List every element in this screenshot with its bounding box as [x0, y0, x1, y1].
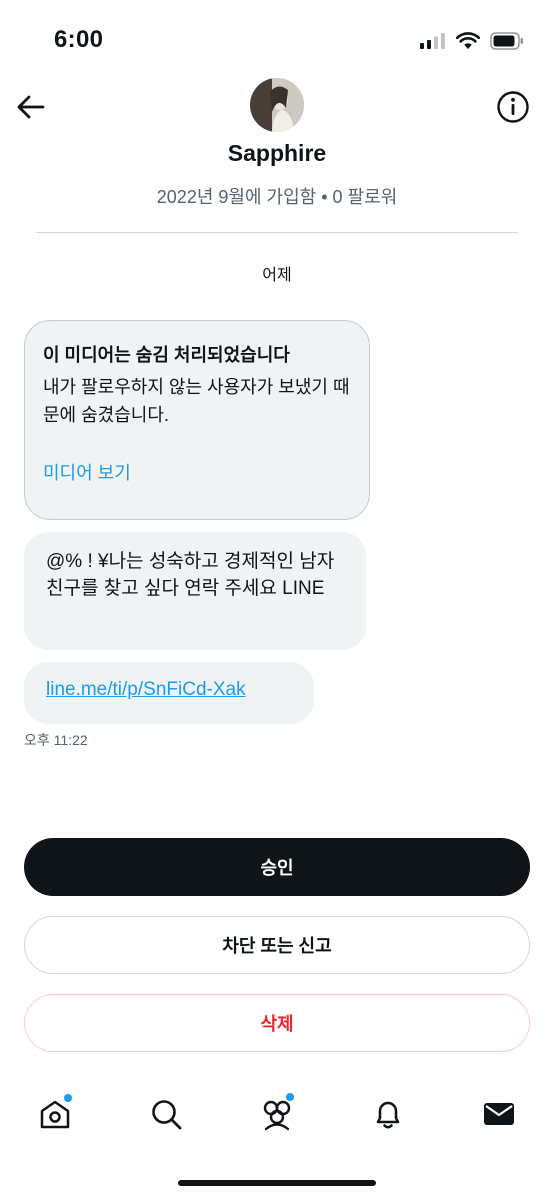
message-link[interactable]: line.me/ti/p/SnFiCd-Xak	[46, 679, 246, 700]
accept-button[interactable]: 승인	[24, 838, 530, 896]
home-indicator	[178, 1180, 376, 1186]
nav-search[interactable]	[136, 1086, 196, 1142]
avatar[interactable]	[250, 78, 304, 132]
battery-icon	[490, 32, 523, 50]
block-report-button[interactable]: 차단 또는 신고	[24, 916, 530, 974]
status-icons	[420, 32, 524, 50]
message-bubble-link: line.me/ti/p/SnFiCd-Xak	[24, 662, 314, 724]
messages-icon	[484, 1103, 514, 1125]
day-label: 어제	[262, 267, 292, 284]
hidden-media-card: 이 미디어는 숨김 처리되었습니다 내가 팔로우하지 않는 사용자가 보냈기 때…	[24, 320, 370, 520]
back-button[interactable]	[14, 90, 48, 124]
nav-communities[interactable]	[247, 1086, 307, 1142]
hidden-media-description: 내가 팔로우하지 않는 사용자가 보냈기 때문에 숨겼습니다.	[43, 377, 350, 425]
nav-notifications[interactable]	[358, 1086, 418, 1142]
nav-messages[interactable]	[469, 1086, 529, 1142]
arrow-left-icon	[17, 95, 45, 119]
wifi-icon	[456, 32, 480, 49]
header-divider	[36, 232, 518, 233]
hidden-media-title: 이 미디어는 숨김 처리되었습니다	[43, 345, 290, 365]
view-media-link[interactable]: 미디어 보기	[43, 459, 351, 485]
nav-home[interactable]	[25, 1086, 85, 1142]
signal-icon	[420, 33, 445, 49]
info-button[interactable]	[496, 90, 530, 124]
notifications-icon	[376, 1101, 400, 1129]
profile-name[interactable]: Sapphire	[0, 140, 554, 167]
search-icon	[152, 1100, 182, 1130]
bottom-nav	[0, 1086, 554, 1146]
status-time: 6:00	[54, 26, 104, 53]
message-timestamp: 오후 11:22	[24, 732, 88, 748]
notification-dot	[285, 1092, 295, 1102]
delete-button[interactable]: 삭제	[24, 994, 530, 1052]
notification-dot	[63, 1093, 73, 1103]
profile-meta: 2022년 9월에 가입함 • 0 팔로워	[156, 187, 398, 207]
message-bubble: @% ! ¥나는 성숙하고 경제적인 남자친구를 찾고 싶다 연락 주세요 LI…	[24, 532, 366, 650]
info-icon	[497, 91, 529, 123]
